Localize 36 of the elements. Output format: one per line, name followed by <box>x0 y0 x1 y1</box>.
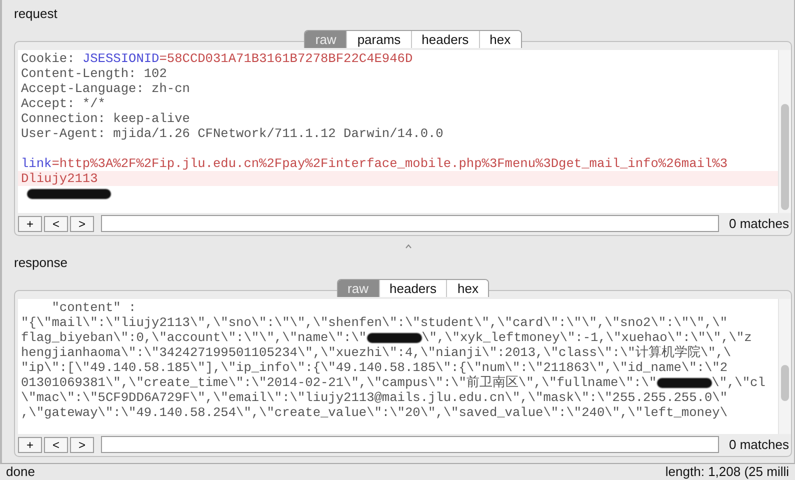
code-line: Cookie: JSESSIONID=58CCD031A71B3161B7278BF22C4E946D <box>20 51 414 66</box>
search-nav-button[interactable]: > <box>70 436 94 452</box>
code-line: link=http%3A%2F%2Fip.jlu.edu.cn%2Fpay%2Finterface_mobile.php%3Fmenu%3Dget_mail_info%26mail%3 <box>20 156 729 171</box>
search-nav-button[interactable]: + <box>18 216 42 232</box>
scrollbar[interactable] <box>778 299 791 434</box>
code-line: "content" : <box>50 300 138 315</box>
search-nav-button[interactable]: < <box>44 216 68 232</box>
code-line: ,\"gateway\":\"49.140.58.254\",\"create_value\":\"20\",\"saved_value\":\"240\",\"left_money\ <box>20 405 729 420</box>
code-line: Accept: */* <box>20 96 106 111</box>
section-title: request <box>14 5 58 23</box>
redaction-mark <box>656 378 712 388</box>
splitter-handle-icon[interactable] <box>404 244 412 249</box>
view-tab[interactable]: hex <box>446 280 488 297</box>
code-line: \"mac\":\"5CF9DD6A729F\",\"email\":\"liujy2113@mails.jlu.edu.cn\",\"mask\":\"255.255.255.0\" <box>20 390 729 405</box>
status-text: done <box>6 464 35 479</box>
view-tab[interactable]: hex <box>478 31 521 48</box>
match-count: 0 matches <box>729 437 790 452</box>
code-line: 01301069381\",\"create_time\":\"2014-02-21\",\"campus\":\"前卫南区\",\"fullname\":\" \",\"cl <box>20 375 766 390</box>
code-line: hengjianhaoma\":\"342427199501105234\",\"xuezhi\":4,\"nianji\":2013,\"class\":\"计算机学院\",\ <box>20 345 732 360</box>
code-line: flag_biyeban\":0,\"account\":\"\",\"name\":\" \",\"xyk_leftmoney\":-1,\"xuehao\":\"\",\"z <box>20 330 753 345</box>
code-line: Accept-Language: zh-cn <box>20 81 191 96</box>
search-field[interactable] <box>101 436 720 453</box>
search-nav-button[interactable]: < <box>44 436 68 452</box>
section-title: response <box>14 254 68 272</box>
redaction-mark <box>366 332 422 343</box>
code-line: User-Agent: mjida/1.26 CFNetwork/711.1.12 Darwin/14.0.0 <box>20 126 444 141</box>
search-nav-button[interactable]: + <box>18 436 42 452</box>
length-text: length: 1,208 (25 milli <box>665 464 789 479</box>
code-line: "{\"mail\":\"liujy2113\",\"sno\":\"\",\"shenfen\":\"student\",\"card\":\"\",\"sno2\":\"\",\" <box>20 315 729 330</box>
code-line: Content-Length: 102 <box>20 66 168 81</box>
search-nav-button[interactable]: > <box>70 216 94 232</box>
code-line: Connection: keep-alive <box>20 111 191 126</box>
code-line: "ip\":[\"49.140.58.185\"],\"ip_info\":{\"49.140.58.185\":{\"num\":\"211863\",\"id_name\":\"2 <box>20 360 729 375</box>
match-count: 0 matches <box>729 216 790 231</box>
search-field[interactable] <box>101 215 720 232</box>
scrollbar[interactable] <box>778 50 791 213</box>
